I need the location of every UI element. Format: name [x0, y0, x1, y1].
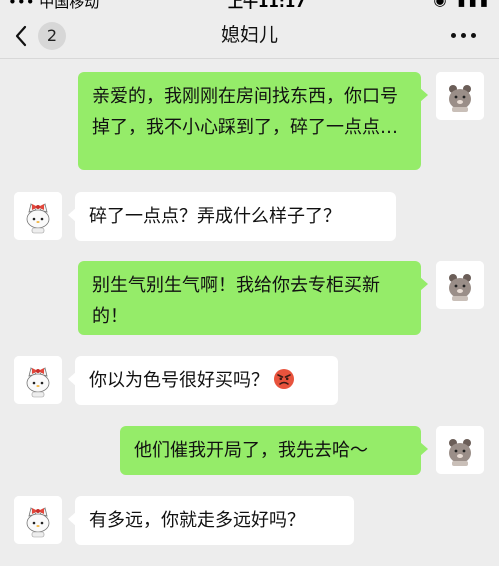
message-text: 你以为色号很好买吗？ [89, 370, 269, 391]
receiver-avatar[interactable] [14, 496, 62, 544]
cat-with-bow-avatar-icon [14, 356, 62, 404]
more-button[interactable] [449, 22, 479, 48]
chat-header: 媳妇儿 2 [0, 12, 499, 58]
cat-with-bow-avatar-icon [14, 496, 62, 544]
message-bubble-sent[interactable]: 他们催我开局了，我先去哈～ [120, 426, 428, 475]
status-bar: ••• 中国移动 上午11:17 ◉ ▮▮▮ [0, 0, 499, 12]
unread-count-badge: 2 [38, 22, 66, 50]
message-bubble-received[interactable]: 碎了一点点？弄成什么样子了？ [68, 192, 396, 241]
receiver-avatar[interactable] [14, 192, 62, 240]
receiver-avatar[interactable] [14, 356, 62, 404]
message-bubble-sent[interactable]: 别生气别生气啊！我给你去专柜买新的！ [78, 261, 428, 335]
message-bubble-received[interactable]: 有多远，你就走多远好吗？ [68, 496, 354, 545]
message-bubble-received[interactable]: 你以为色号很好买吗？ [68, 356, 338, 405]
sender-avatar[interactable] [436, 426, 484, 474]
chevron-left-icon [15, 25, 27, 47]
bear-avatar-icon [436, 426, 484, 474]
back-button[interactable]: 2 [14, 18, 74, 52]
cat-with-bow-avatar-icon [14, 192, 62, 240]
bear-avatar-icon [436, 72, 484, 120]
sender-avatar[interactable] [436, 72, 484, 120]
status-carrier: ••• 中国移动 [8, 0, 100, 11]
angry-face-emoji-icon [274, 369, 294, 389]
bear-avatar-icon [436, 261, 484, 309]
status-icons: ◉ ▮▮▮ [433, 0, 491, 9]
chat-title: 媳妇儿 [220, 24, 278, 46]
message-bubble-sent[interactable]: 亲爱的，我刚刚在房间找东西，你口号掉了，我不小心踩到了，碎了一点点… [78, 72, 428, 170]
more-dots-icon [451, 33, 456, 38]
status-time: 上午11:17 [228, 0, 306, 11]
sender-avatar[interactable] [436, 261, 484, 309]
header-divider [0, 58, 499, 59]
